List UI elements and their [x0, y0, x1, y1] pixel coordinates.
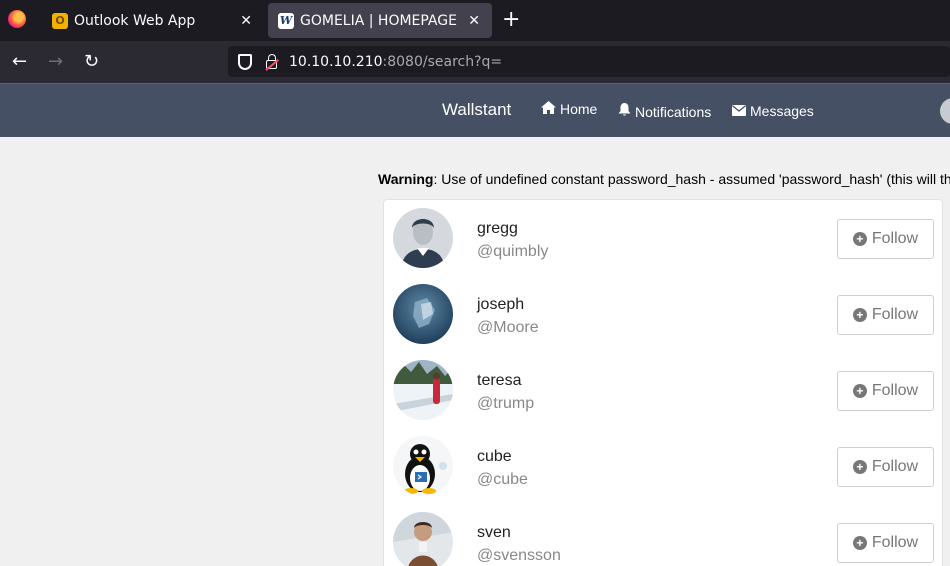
user-handle: @quimbly: [477, 243, 549, 260]
user-name[interactable]: sven: [477, 524, 511, 542]
list-item: teresa @trump + Follow: [384, 352, 944, 428]
reload-icon[interactable]: ↻: [84, 51, 99, 73]
insecure-lock-icon[interactable]: [266, 53, 277, 69]
plus-circle-icon: +: [852, 384, 867, 398]
tab-title: GOMELIA | HOMEPAGE: [300, 12, 457, 29]
list-item: joseph @Moore + Follow: [384, 276, 944, 352]
user-handle: @svensson: [477, 547, 561, 564]
php-warning: Warning: Use of undefined constant passw…: [378, 171, 950, 187]
nav-messages[interactable]: Messages: [732, 103, 814, 119]
user-avatar[interactable]: [393, 284, 453, 344]
plus-circle-icon: +: [852, 460, 867, 474]
plus-circle-icon: +: [852, 232, 867, 246]
shield-icon[interactable]: [238, 53, 252, 70]
list-item: gregg @quimbly + Follow: [384, 200, 944, 276]
new-tab-icon[interactable]: +: [502, 8, 520, 32]
follow-button[interactable]: + Follow: [837, 523, 934, 563]
user-handle: @trump: [477, 395, 535, 412]
list-item: sven @svensson + Follow: [384, 504, 944, 566]
browser-nav-bar: ← → ↻ 10.10.10.210:8080/search?q=: [0, 41, 950, 83]
tab-outlook[interactable]: O Outlook Web App ✕: [40, 0, 264, 41]
site-header: Wallstant Home Notifications Messages: [0, 83, 950, 137]
user-handle: @Moore: [477, 319, 539, 336]
nav-notifications[interactable]: Notifications: [618, 103, 711, 120]
list-item: cube @cube + Follow: [384, 428, 944, 504]
browser-tab-strip: O Outlook Web App ✕ W GOMELIA | HOMEPAGE…: [0, 0, 950, 41]
user-name[interactable]: joseph: [477, 296, 524, 314]
forward-arrow-icon[interactable]: →: [48, 51, 63, 73]
url-text[interactable]: 10.10.10.210:8080/search?q=: [289, 54, 502, 70]
bell-icon: [618, 103, 631, 120]
nav-home-label: Home: [560, 101, 598, 117]
tab-title: Outlook Web App: [74, 12, 196, 29]
follow-button[interactable]: + Follow: [837, 447, 934, 487]
user-avatar[interactable]: [940, 98, 950, 124]
close-icon[interactable]: ✕: [240, 13, 252, 29]
back-arrow-icon[interactable]: ←: [12, 51, 27, 73]
plus-circle-icon: +: [852, 308, 867, 322]
close-icon[interactable]: ✕: [468, 13, 480, 29]
user-handle: @cube: [477, 471, 528, 488]
user-name[interactable]: gregg: [477, 220, 518, 238]
search-results-card: gregg @quimbly + Follow joseph @Moore + …: [383, 199, 943, 566]
nav-home[interactable]: Home: [541, 101, 597, 117]
follow-button[interactable]: + Follow: [837, 295, 934, 335]
home-icon: [541, 101, 556, 117]
outlook-icon: O: [52, 12, 68, 29]
user-avatar[interactable]: [393, 436, 453, 496]
follow-button[interactable]: + Follow: [837, 219, 934, 259]
envelope-icon: [732, 104, 746, 119]
w-icon: W: [278, 12, 294, 29]
user-name[interactable]: cube: [477, 448, 512, 466]
user-name[interactable]: teresa: [477, 372, 521, 390]
user-avatar[interactable]: [393, 512, 453, 566]
user-avatar[interactable]: [393, 360, 453, 420]
firefox-icon[interactable]: [8, 10, 26, 28]
plus-circle-icon: +: [852, 536, 867, 550]
follow-button[interactable]: + Follow: [837, 371, 934, 411]
nav-messages-label: Messages: [750, 103, 814, 119]
address-bar[interactable]: 10.10.10.210:8080/search?q=: [228, 46, 950, 77]
tab-gomelia[interactable]: W GOMELIA | HOMEPAGE ✕: [268, 3, 492, 38]
nav-notifications-label: Notifications: [635, 103, 712, 120]
user-avatar[interactable]: [393, 208, 453, 268]
brand-logo[interactable]: Wallstant: [442, 100, 511, 120]
